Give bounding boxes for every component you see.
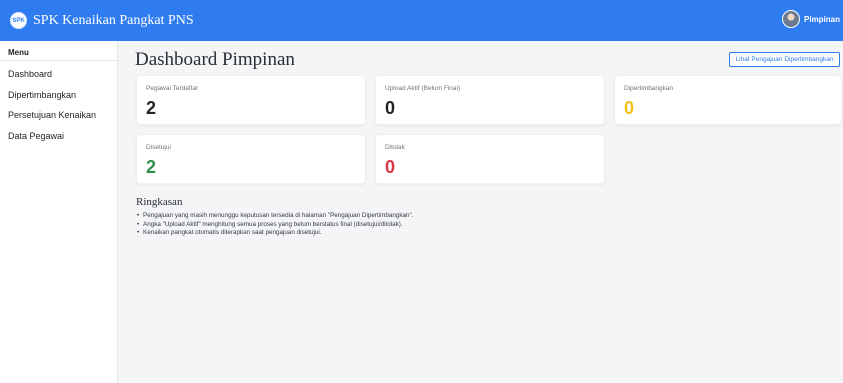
card-value: 0	[385, 157, 396, 177]
list-item: Kenaikan pangkat otomatis diterapkan saa…	[136, 229, 836, 238]
card-value: 2	[146, 157, 157, 177]
stat-card-rejected: Ditolak 0	[375, 134, 605, 184]
avatar-icon	[781, 10, 800, 28]
stat-card-under-consideration: Dipertimbangkan 0	[614, 75, 842, 125]
sidebar-item-data-pegawai[interactable]: Data Pegawai	[0, 126, 117, 147]
user-name: Pimpinan	[803, 14, 840, 24]
card-label: Pegawai Terdaftar	[146, 85, 199, 92]
stat-card-active-uploads: Upload Aktif (Belum Final) 0	[375, 75, 605, 125]
card-label: Disetujui	[146, 144, 171, 151]
sidebar: Menu Dashboard Dipertimbangkan Persetuju…	[0, 41, 118, 383]
sidebar-item-persetujuan-kenaikan[interactable]: Persetujuan Kenaikan	[0, 105, 117, 126]
brand[interactable]: SPK SPK Kenaikan Pangkat PNS	[10, 12, 194, 29]
user-menu[interactable]: Pimpinan	[781, 10, 840, 28]
summary-list: Pengajuan yang masih menunggu keputusan …	[136, 212, 836, 238]
sidebar-item-dipertimbangkan[interactable]: Dipertimbangkan	[0, 85, 117, 106]
summary-section: Ringkasan Pengajuan yang masih menunggu …	[136, 196, 836, 238]
list-item: Angka "Upload Aktif" menghitung semua pr…	[136, 221, 836, 230]
menu-title: Menu	[0, 41, 117, 61]
summary-title: Ringkasan	[136, 196, 183, 208]
stat-card-registered-employees: Pegawai Terdaftar 2	[136, 75, 366, 125]
main-content: Dashboard Pimpinan Lihat Pengajuan Diper…	[118, 41, 843, 383]
top-navbar: SPK SPK Kenaikan Pangkat PNS Pimpinan	[0, 0, 843, 41]
card-label: Ditolak	[385, 144, 405, 151]
card-label: Upload Aktif (Belum Final)	[385, 85, 461, 92]
app-title: SPK Kenaikan Pangkat PNS	[33, 12, 194, 28]
menu-list: Dashboard Dipertimbangkan Persetujuan Ke…	[0, 61, 117, 146]
card-value: 0	[385, 98, 396, 118]
list-item: Pengajuan yang masih menunggu keputusan …	[136, 212, 836, 221]
stat-card-approved: Disetujui 2	[136, 134, 366, 184]
card-value: 2	[146, 98, 157, 118]
view-pending-submissions-button[interactable]: Lihat Pengajuan Dipertimbangkan	[729, 52, 840, 67]
card-label: Dipertimbangkan	[624, 85, 674, 92]
card-value: 0	[624, 98, 635, 118]
page-title: Dashboard Pimpinan	[135, 49, 295, 70]
logo-icon: SPK	[10, 12, 27, 29]
sidebar-item-dashboard[interactable]: Dashboard	[0, 64, 117, 85]
